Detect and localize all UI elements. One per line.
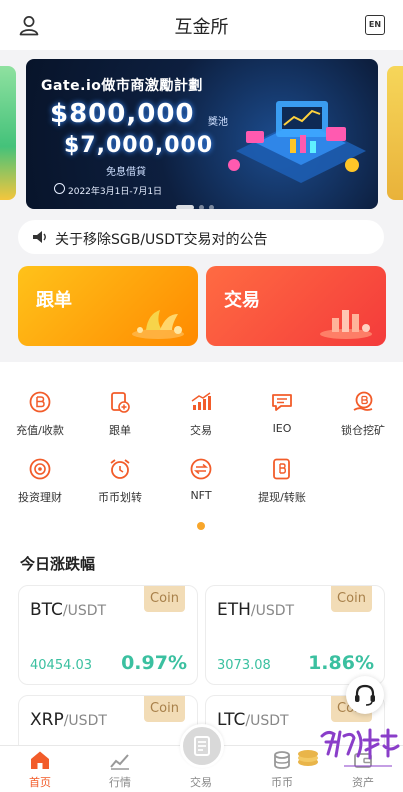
home-icon [31,751,49,769]
grid-item-label: NFT [190,489,212,502]
tab-label: 首页 [29,776,51,789]
coin-quote: /USDT [62,603,107,619]
grid-item-follow[interactable]: 跟单 [80,390,160,438]
grid-pager-dot [197,522,205,530]
page-title: 互金所 [174,17,229,38]
target-coin-icon [29,458,51,480]
chat-bubble-icon [272,394,292,411]
tab-label: 资产 [352,776,374,789]
announcement-bar[interactable]: 关于移除SGB/USDT交易对的公告 [18,220,384,254]
banner-pool-label: 獎池 [208,117,228,128]
grid-item-label: 跟单 [109,424,131,437]
coin-price: 40454.03 [30,658,93,673]
grid-item-trade[interactable]: 交易 [161,390,241,438]
carousel-dot[interactable] [199,205,204,209]
banner-title: Gate.io做市商激勵計劃 [41,78,203,94]
tab-label: 币币 [271,776,293,789]
trade-card-label: 交易 [224,290,260,311]
grid-item-ieo[interactable]: IEO [242,390,322,435]
grid-item-lock-mining[interactable]: 锁仓挖矿 [323,390,403,438]
bar-chart-icon [191,392,211,410]
grid-item-nft[interactable]: NFT [161,457,241,502]
coin-base: LTC [217,710,246,730]
announcement-text: 关于移除SGB/USDT交易对的公告 [55,232,268,248]
coin-tag: Coin [144,586,185,612]
grid-item-label: 充值/收款 [16,424,64,437]
coin-change: 1.86% [308,652,374,674]
coin-base: BTC [30,600,63,620]
coin-card-eth[interactable]: Coin ETH/USDT 3073.08 1.86% [205,585,385,685]
trade-card[interactable]: 交易 [206,266,386,346]
grid-item-withdraw[interactable]: 提现/转账 [242,457,322,505]
bitcoin-coin-icon [29,391,51,413]
coin-quote: /USDT [63,713,107,729]
coin-pair: LTC/USDT [217,710,289,730]
tab-label: 行情 [109,776,131,789]
coin-quote: /USDT [245,713,289,729]
language-switch-icon[interactable]: EN [365,15,385,35]
center-trade-button[interactable] [180,724,224,768]
carousel-indicator [176,195,219,209]
carousel-dot[interactable] [209,205,214,209]
coin-pair: ETH/USDT [217,600,294,620]
coin-tag: Coin [144,696,185,722]
banner-next-slide[interactable] [387,66,403,200]
coin-quote: /USDT [250,603,295,619]
chart-line-icon [110,754,129,770]
coin-pair: XRP/USDT [30,710,107,730]
coin-base: ETH [217,600,251,620]
follow-card[interactable]: 跟单 [18,266,198,346]
grid-item-transfer[interactable]: 币币划转 [80,457,160,505]
speaker-icon [33,231,46,243]
banner-loan-label: 免息借貸 [106,167,146,178]
follow-card-label: 跟单 [36,290,72,311]
bitcoin-document-icon [273,458,290,480]
banner-pool-amount: $800,000 [50,99,195,129]
grid-item-deposit[interactable]: 充值/收款 [0,390,80,438]
tab-market[interactable]: 行情 [80,746,160,792]
watermark-logo [298,728,400,767]
clock-icon [54,183,65,194]
grid-item-label: 提现/转账 [258,491,306,504]
top-bar: 互金所 EN [0,0,403,50]
coin-change: 0.97% [121,652,187,674]
grid-item-label: 投资理财 [18,491,62,504]
document-plus-icon [111,392,130,413]
carousel-dot-active[interactable] [176,205,194,209]
alarm-clock-icon [110,459,130,479]
banner-carousel[interactable]: Gate.io做市商激勵計劃 $800,000 獎池 $7,000,000 免息… [0,50,403,215]
trade-document-icon [194,736,210,756]
banner-loan-amount: $7,000,000 [64,133,214,158]
coin-tag: Coin [331,586,372,612]
grid-item-label: 币币划转 [98,491,142,504]
tab-home[interactable]: 首页 [0,746,80,792]
grid-item-invest[interactable]: 投资理财 [0,457,80,505]
trading-chart-icon [320,310,372,339]
banner-date-range: 2022年3月1日-7月1日 [68,187,163,197]
banner-slide[interactable]: Gate.io做市商激勵計劃 $800,000 獎池 $7,000,000 免息… [26,59,378,209]
trading-platform-illustration [228,101,366,183]
coins-icon [274,751,290,769]
grid-item-label: IEO [272,422,292,435]
coin-pair: BTC/USDT [30,600,106,620]
function-grid: 充值/收款 跟单 交易 IEO 锁仓挖矿 投资理财 币币划转 NFT 提现/转账 [0,362,403,542]
exchange-arrows-icon [190,458,212,480]
market-section-title: 今日涨跌幅 [20,555,96,573]
grid-item-label: 交易 [190,424,212,437]
tab-label: 交易 [190,776,212,789]
coin-base: XRP [30,710,64,730]
money-plant-icon [132,310,184,339]
headset-icon [355,684,375,706]
mining-coin-icon [353,391,373,411]
banner-previous-slide[interactable] [0,66,16,200]
grid-item-label: 锁仓挖矿 [341,424,385,437]
customer-support-button[interactable] [346,676,384,714]
coin-price: 3073.08 [217,658,271,673]
coin-card-btc[interactable]: Coin BTC/USDT 40454.03 0.97% [18,585,198,685]
